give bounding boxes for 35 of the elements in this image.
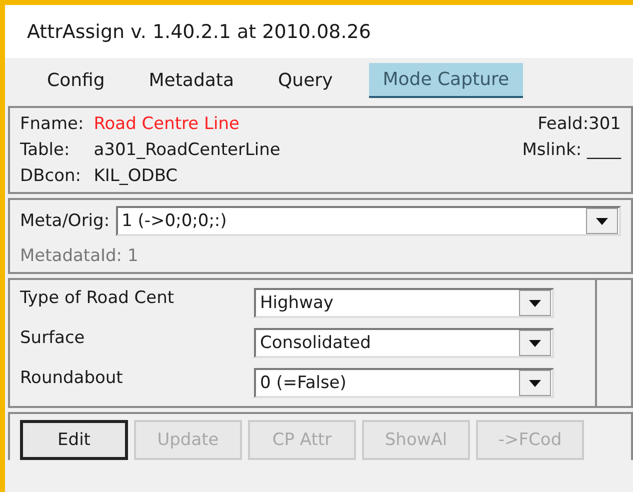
mslink-value: Mslink: ____: [522, 140, 621, 160]
db-connection: KIL_ODBC: [94, 166, 179, 186]
feature-name: Road Centre Line: [94, 114, 240, 134]
attribute-dropdown[interactable]: Consolidated: [254, 328, 554, 358]
dropdown-button[interactable]: [586, 208, 618, 234]
metadata-id: MetadataId: 1: [20, 246, 140, 266]
dropdown-value: 1 (->0;0;0;:): [122, 211, 227, 231]
feature-id: Feald:301: [536, 114, 621, 134]
field-label: Table:: [20, 140, 71, 160]
action-button[interactable]: Edit: [20, 420, 128, 460]
window-title: AttrAssign v. 1.40.2.1 at 2010.08.26: [5, 5, 633, 58]
dropdown-value: Highway: [260, 293, 334, 313]
caret-icon: [529, 380, 541, 386]
attribute-dropdown[interactable]: 0 (=False): [254, 368, 554, 398]
metadata-dropdown[interactable]: 1 (->0;0;0;:): [116, 206, 621, 236]
caret-icon: [529, 340, 541, 346]
menu-item[interactable]: Query: [256, 64, 355, 96]
dropdown-value: Consolidated: [260, 333, 371, 353]
table-name: a301_RoadCenterLine: [94, 140, 282, 160]
field-label: Meta/Orig:: [20, 211, 110, 231]
menu-item[interactable]: Metadata: [126, 64, 256, 96]
menu-item[interactable]: Config: [25, 64, 127, 96]
attribute-dropdown[interactable]: Highway: [254, 288, 554, 318]
field-label: DBcon:: [20, 166, 82, 186]
menu-item[interactable]: Mode Capture: [368, 62, 524, 98]
attribute-label: Roundabout: [20, 368, 124, 388]
dropdown-value: 0 (=False): [260, 373, 346, 393]
caret-icon: [596, 218, 608, 224]
attribute-label: Type of Road Cent: [20, 288, 176, 308]
field-label: Fname:: [20, 114, 84, 134]
attribute-label: Surface: [20, 328, 86, 348]
dropdown-button[interactable]: [519, 330, 551, 356]
caret-icon: [529, 300, 541, 306]
dropdown-button[interactable]: [519, 290, 551, 316]
dropdown-button[interactable]: [519, 370, 551, 396]
